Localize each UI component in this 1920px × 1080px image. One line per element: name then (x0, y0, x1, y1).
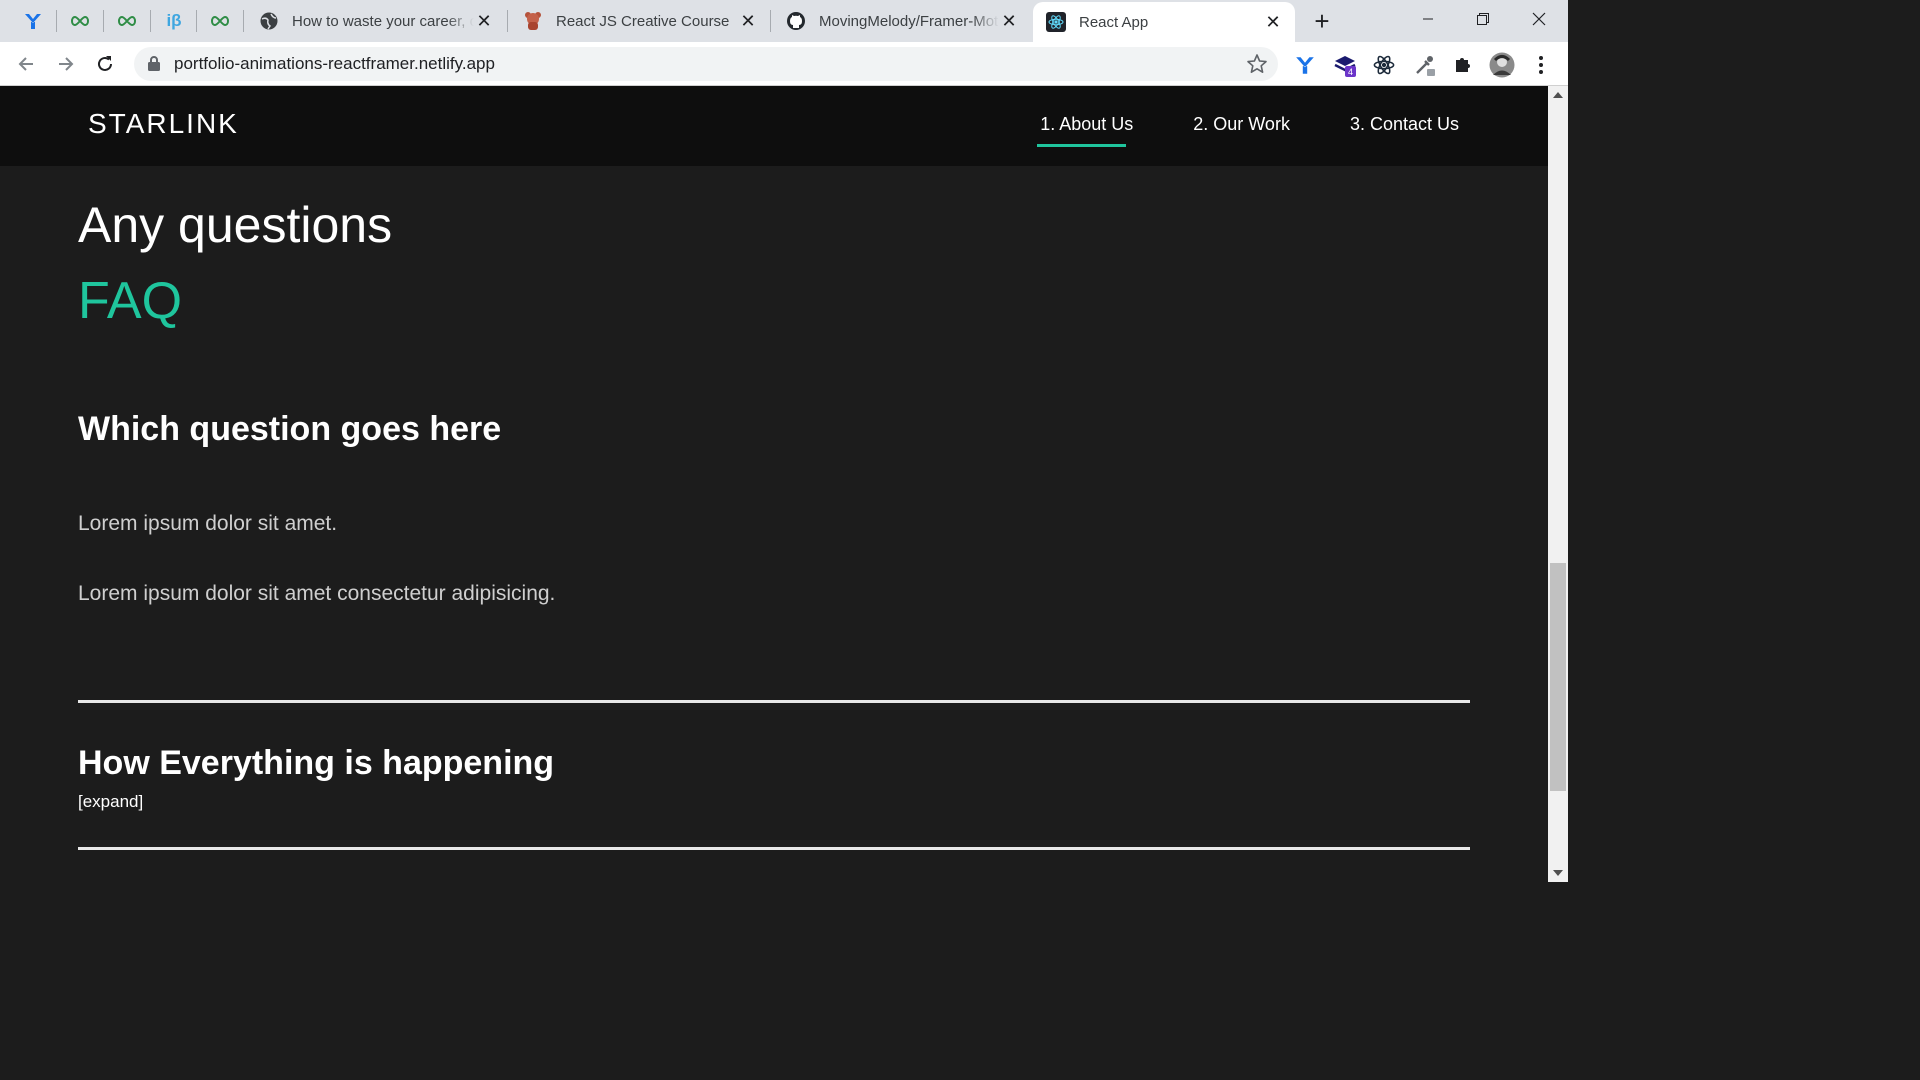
profile-avatar[interactable] (1489, 52, 1515, 78)
bear-icon (522, 10, 544, 32)
tab-react-app[interactable]: React App ✕ (1033, 2, 1295, 42)
faq-divider (78, 700, 1470, 703)
extension-react-devtools[interactable] (1371, 52, 1397, 78)
tab-title: React JS Creative Course (556, 12, 730, 30)
back-button[interactable] (12, 50, 40, 78)
pinned-tab-4[interactable]: iβ (151, 4, 197, 38)
tab-react-course[interactable]: React JS Creative Course ✕ (510, 0, 770, 42)
close-tab-icon[interactable]: ✕ (738, 11, 758, 31)
tab-title: MovingMelody/Framer-Mot (819, 12, 999, 30)
extension-stack[interactable]: 4 (1332, 52, 1358, 78)
extension-y[interactable] (1292, 52, 1318, 78)
bookmark-star-icon[interactable] (1246, 53, 1268, 75)
y-logo-icon (25, 14, 41, 29)
lock-icon[interactable] (148, 56, 160, 71)
restore-button[interactable] (1460, 4, 1506, 34)
url-text[interactable]: portfolio-animations-reactframer.netlify… (174, 54, 495, 74)
new-tab-button[interactable]: + (1308, 8, 1336, 34)
nav-link-our-work[interactable]: 2. Our Work (1193, 114, 1290, 135)
back-arrow-icon (18, 57, 33, 71)
react-icon (1045, 11, 1067, 33)
close-window-button[interactable] (1516, 4, 1562, 34)
react-devtools-icon (1373, 55, 1395, 75)
github-icon (785, 10, 807, 32)
tab-github-framer[interactable]: MovingMelody/Framer-Mot ✕ (773, 0, 1031, 42)
forward-button[interactable] (52, 50, 80, 78)
section-heading: Any questions (78, 197, 393, 253)
reload-icon (98, 56, 112, 71)
faq-divider (78, 847, 1470, 850)
tab-title: React App (1079, 13, 1149, 31)
infinity-icon (118, 15, 136, 27)
pinned-tab-1[interactable] (10, 4, 56, 38)
faq-answer-line: Lorem ipsum dolor sit amet consectetur a… (78, 582, 556, 605)
kebab-menu-icon (1539, 56, 1543, 74)
scroll-down-icon[interactable] (1553, 870, 1563, 876)
nav-link-about-us[interactable]: 1. About Us (1037, 114, 1133, 147)
y-logo-icon (1296, 57, 1314, 74)
globe-icon (258, 10, 280, 32)
address-bar[interactable]: portfolio-animations-reactframer.netlify… (134, 47, 1278, 81)
extension-eyedropper[interactable] (1412, 52, 1438, 78)
avatar (1489, 52, 1515, 78)
browser-tab-strip: iβ How to waste your career, o ✕ React J… (0, 0, 1568, 42)
minimize-button[interactable] (1405, 4, 1451, 34)
faq-question-1[interactable]: Which question goes here (78, 410, 501, 449)
stack-icon: 4 (1334, 56, 1356, 77)
site-header: STARLINK 1. About Us 2. Our Work 3. Cont… (0, 86, 1548, 166)
close-tab-icon[interactable]: ✕ (999, 11, 1019, 31)
reload-button[interactable] (91, 50, 119, 78)
tab-title: How to waste your career, o (292, 12, 474, 30)
puzzle-icon (1456, 58, 1470, 72)
vertical-scrollbar[interactable] (1548, 86, 1568, 882)
expand-toggle[interactable]: [expand] (78, 792, 143, 812)
infinity-icon (211, 15, 229, 27)
restore-icon (1477, 13, 1489, 25)
scrollbar-thumb[interactable] (1550, 563, 1566, 791)
pinned-tab-3[interactable] (104, 4, 150, 38)
ib-icon: iβ (166, 11, 182, 30)
infinity-icon (71, 15, 89, 27)
faq-question-2[interactable]: How Everything is happening (78, 744, 554, 783)
close-tab-icon[interactable]: ✕ (474, 11, 494, 31)
close-icon (1532, 12, 1546, 26)
browser-menu-button[interactable] (1528, 52, 1554, 78)
nav-link-contact-us[interactable]: 3. Contact Us (1350, 114, 1459, 135)
site-nav: 1. About Us 2. Our Work 3. Contact Us (1037, 114, 1459, 147)
site-logo[interactable]: STARLINK (88, 108, 239, 140)
extensions-menu-button[interactable] (1450, 52, 1476, 78)
scroll-up-icon[interactable] (1553, 92, 1563, 98)
browser-toolbar: portfolio-animations-reactframer.netlify… (0, 42, 1568, 86)
eyedropper-icon (1416, 56, 1435, 76)
faq-answer-line: Lorem ipsum dolor sit amet. (78, 512, 338, 535)
section-subheading: FAQ (78, 272, 183, 330)
close-tab-icon[interactable]: ✕ (1263, 12, 1283, 32)
forward-arrow-icon (59, 57, 74, 71)
pinned-tab-2[interactable] (57, 4, 103, 38)
tab-how-to-waste[interactable]: How to waste your career, o ✕ (246, 0, 506, 42)
page-viewport[interactable]: STARLINK 1. About Us 2. Our Work 3. Cont… (0, 86, 1548, 882)
pinned-tab-5[interactable] (197, 4, 243, 38)
minimize-icon (1423, 18, 1433, 20)
extension-badge: 4 (1348, 67, 1353, 77)
